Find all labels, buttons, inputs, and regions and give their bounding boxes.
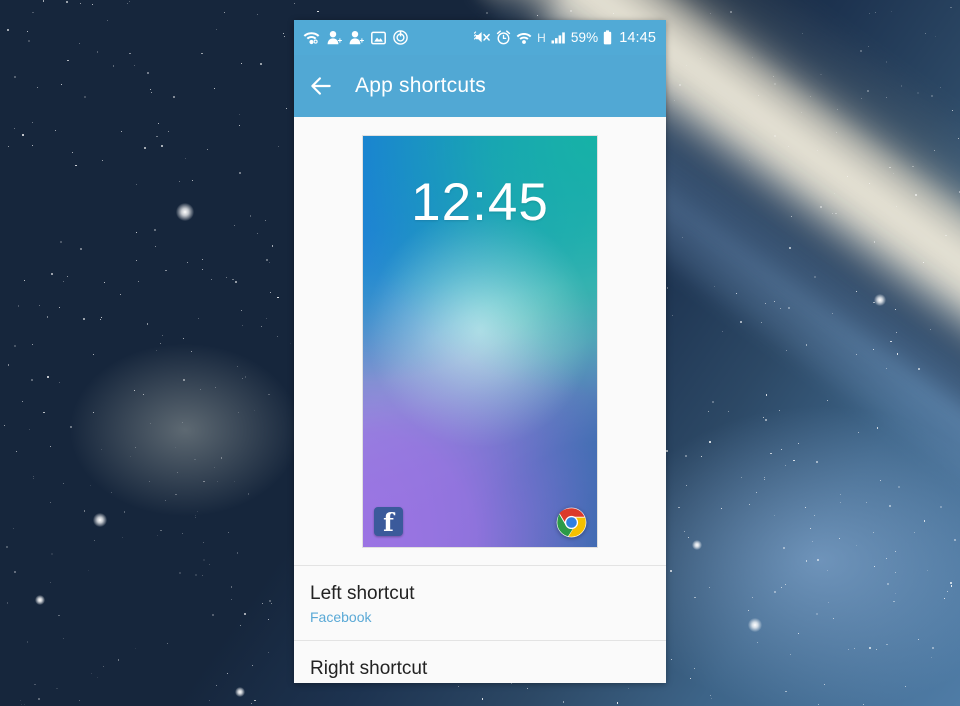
app-bar: App shortcuts (294, 55, 666, 117)
list-item-value: Facebook (310, 609, 372, 625)
phone-screen: H 59% 14:45 App shortcuts 12:45 f Left s… (294, 20, 666, 683)
bright-star (176, 203, 194, 221)
list-item-left-shortcut[interactable]: Left shortcut Facebook (294, 566, 666, 640)
facebook-letter: f (383, 508, 394, 537)
preview-container: 12:45 f (294, 117, 666, 565)
bright-star (93, 513, 107, 527)
mute-vibrate-icon (474, 31, 490, 43)
facebook-icon[interactable]: f (374, 507, 403, 536)
preview-clock: 12:45 (411, 173, 549, 232)
status-bar-left-icons (303, 30, 408, 45)
power-saving-icon (393, 30, 408, 45)
signal-bars-icon (551, 32, 565, 44)
hspa-data-icon: H (537, 30, 546, 45)
contact-add-icon-1 (327, 31, 342, 45)
bright-star (35, 595, 45, 605)
status-bar-right-icons: H 59% 14:45 (474, 30, 656, 46)
battery-percent-label: 59% (570, 30, 599, 45)
bright-star (235, 687, 245, 697)
status-bar-clock: 14:45 (619, 29, 656, 46)
lockscreen-preview: 12:45 f (362, 135, 598, 548)
settings-content: 12:45 f Left shortcut Facebook Right sho… (294, 117, 666, 683)
wifi-icon (516, 33, 532, 44)
status-bar: H 59% 14:45 (294, 20, 666, 55)
bright-star (692, 540, 702, 550)
wifi-sharing-icon (303, 32, 320, 45)
bright-star (874, 294, 886, 306)
alarm-clock-icon (496, 30, 511, 45)
page-title: App shortcuts (355, 74, 486, 97)
chrome-icon[interactable] (556, 507, 587, 538)
list-item-title: Right shortcut (310, 658, 428, 679)
list-item-title: Left shortcut (310, 583, 415, 604)
screenshot-image-icon (371, 31, 386, 44)
contact-add-icon-2 (349, 31, 364, 45)
battery-icon (604, 30, 612, 45)
back-arrow-icon[interactable] (308, 73, 334, 99)
bright-star (748, 618, 762, 632)
preview-center-glow (365, 209, 595, 450)
list-item-right-shortcut[interactable]: Right shortcut Chrome (294, 641, 666, 683)
